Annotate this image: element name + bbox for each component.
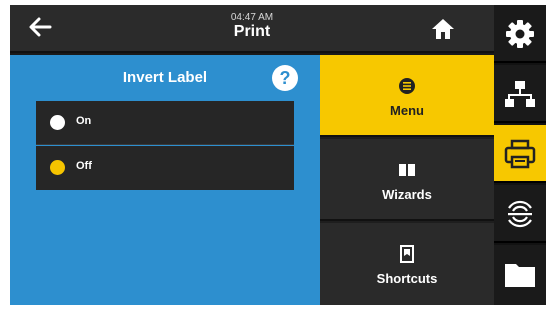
home-button[interactable] [430, 17, 456, 41]
option-off[interactable]: Off [36, 146, 294, 190]
menu-column: Menu Wizards Shortcuts [320, 55, 494, 305]
files-button[interactable] [494, 245, 546, 305]
wizards-label: Wizards [382, 187, 432, 202]
printer-screen: 04:47 AM Print Invert Label ? On Off Men… [10, 5, 546, 305]
sidebar [494, 5, 546, 305]
help-button[interactable]: ? [272, 65, 298, 91]
gear-icon [506, 20, 534, 48]
option-label: Off [76, 160, 92, 172]
rfid-button[interactable] [494, 185, 546, 243]
book-icon [399, 164, 415, 176]
home-icon [432, 19, 454, 39]
menu-label: Menu [390, 103, 424, 118]
print-button[interactable] [494, 125, 546, 183]
rfid-icon [508, 200, 532, 228]
network-button[interactable] [494, 65, 546, 123]
help-icon: ? [279, 68, 291, 88]
setting-panel: Invert Label ? On Off [10, 55, 320, 305]
radio-unselected [50, 115, 65, 130]
option-on[interactable]: On [36, 101, 294, 145]
printer-icon [504, 139, 536, 169]
folder-icon [505, 264, 535, 287]
bookmark-icon [400, 245, 414, 263]
clock: 04:47 AM [230, 12, 274, 23]
top-bar: 04:47 AM Print [10, 5, 494, 53]
option-label: On [76, 115, 92, 127]
settings-button[interactable] [494, 5, 546, 63]
shortcuts-label: Shortcuts [376, 271, 438, 286]
page-title: Print [233, 23, 271, 40]
shortcuts-button[interactable]: Shortcuts [320, 223, 494, 305]
network-icon [505, 81, 535, 107]
radio-selected [50, 160, 65, 175]
menu-icon [399, 78, 415, 94]
wizards-button[interactable]: Wizards [320, 139, 494, 221]
menu-button[interactable]: Menu [320, 55, 494, 137]
